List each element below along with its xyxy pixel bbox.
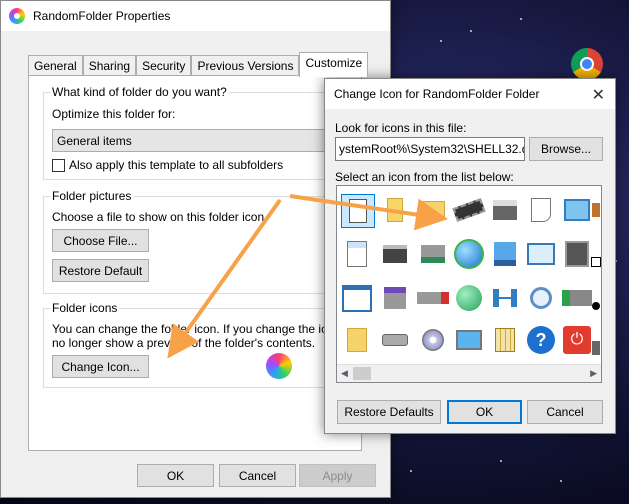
clock-document-icon[interactable]	[525, 194, 557, 226]
drive-help-icon[interactable]	[379, 238, 411, 270]
grid-document-icon[interactable]	[489, 324, 521, 356]
blank-document-icon[interactable]	[341, 194, 375, 228]
folder-open-icon[interactable]	[341, 324, 373, 356]
scroll-right-icon[interactable]: ▶	[590, 368, 597, 379]
dialog-ok-button[interactable]: OK	[447, 400, 522, 424]
properties-title: RandomFolder Properties	[33, 9, 171, 23]
clock-partial-icon[interactable]	[591, 290, 601, 322]
folder-icons-description-line1: You can change the folder icon. If you c…	[52, 322, 354, 336]
apply-subfolders-checkbox[interactable]	[52, 159, 65, 172]
chrome-desktop-icon[interactable]	[571, 48, 603, 80]
help-icon[interactable]: ?	[525, 324, 557, 356]
folder-icons-heading: Folder icons	[50, 301, 120, 315]
restore-defaults-button[interactable]: Restore Defaults	[337, 400, 441, 424]
tab-previous-versions[interactable]: Previous Versions	[191, 55, 300, 77]
choose-file-button[interactable]: Choose File...	[52, 229, 149, 252]
folder-pictures-group: Folder pictures Choose a file to show on…	[43, 189, 349, 294]
server-icon[interactable]	[561, 238, 593, 270]
globe-download-icon[interactable]	[453, 282, 485, 314]
properties-titlebar: RandomFolder Properties	[1, 1, 390, 31]
icon-list-scrollbar[interactable]: ◀ ▶	[337, 364, 601, 382]
apply-button[interactable]: Apply	[299, 464, 376, 487]
folder-pictures-description: Choose a file to show on this folder ico…	[52, 210, 268, 224]
globe-icon[interactable]	[453, 238, 485, 270]
partial-icon[interactable]	[591, 194, 601, 226]
power-icon[interactable]: ⏻	[561, 324, 593, 356]
tab-strip: General Sharing Security Previous Versio…	[28, 52, 369, 77]
text-document-icon[interactable]	[341, 238, 373, 270]
tab-general[interactable]: General	[28, 55, 83, 77]
monitor-window-icon[interactable]	[561, 194, 593, 226]
browse-button[interactable]: Browse...	[529, 137, 603, 161]
network-drive-icon[interactable]	[417, 238, 449, 270]
icon-file-path-field[interactable]: ystemRoot%\System32\SHELL32.dll	[335, 137, 525, 161]
change-icon-titlebar: Change Icon for RandomFolder Folder ✕	[325, 79, 615, 109]
scroll-left-icon[interactable]: ◀	[341, 368, 348, 379]
change-icon-button[interactable]: Change Icon...	[52, 355, 149, 378]
close-icon[interactable]: ✕	[592, 85, 605, 105]
scroll-thumb[interactable]	[353, 367, 371, 380]
icon-list[interactable]: ? ⏻ ◀ ▶	[336, 185, 602, 383]
change-icon-dialog: Change Icon for RandomFolder Folder ✕ Lo…	[324, 78, 616, 434]
computer-icon[interactable]	[453, 324, 485, 356]
change-icon-title: Change Icon for RandomFolder Folder	[334, 87, 540, 101]
folder-icon[interactable]	[417, 194, 449, 226]
restore-default-button[interactable]: Restore Default	[52, 259, 149, 282]
ok-button[interactable]: OK	[137, 464, 214, 487]
tab-customize[interactable]: Customize	[299, 52, 369, 77]
dialog-cancel-button[interactable]: Cancel	[527, 400, 603, 424]
folder-pictures-heading: Folder pictures	[50, 189, 134, 203]
select-icon-label: Select an icon from the list below:	[335, 170, 514, 184]
cancel-button[interactable]: Cancel	[219, 464, 296, 487]
folder-app-icon	[9, 8, 25, 24]
customize-panel: What kind of folder do you want? Optimiz…	[28, 75, 362, 451]
control-panel-icon[interactable]	[525, 238, 557, 270]
disconnected-drive-icon[interactable]	[417, 282, 449, 314]
arrow-drive-icon[interactable]	[561, 282, 593, 314]
shortcut-arrow-icon[interactable]	[591, 246, 601, 278]
network-tree-icon[interactable]	[489, 282, 521, 314]
folder-icons-group: Folder icons You can change the folder i…	[43, 301, 353, 388]
tab-sharing[interactable]: Sharing	[82, 55, 137, 77]
folder-type-group: What kind of folder do you want? Optimiz…	[43, 85, 349, 180]
optimize-select[interactable]: General items	[52, 129, 346, 152]
partial-icon-right[interactable]	[591, 332, 601, 364]
look-for-icons-label: Look for icons in this file:	[335, 121, 467, 135]
search-icon[interactable]	[525, 282, 557, 314]
network-globe-icon[interactable]	[489, 238, 521, 270]
optimize-label: Optimize this folder for:	[52, 107, 176, 121]
folder-icons-description-line2: no longer show a preview of the folder's…	[52, 336, 316, 350]
cd-drive-icon[interactable]	[417, 324, 449, 356]
folder-type-heading: What kind of folder do you want?	[50, 85, 229, 99]
chip-icon[interactable]	[452, 194, 486, 226]
apply-subfolders-label: Also apply this template to all subfolde…	[69, 158, 284, 172]
printer-icon[interactable]	[489, 194, 521, 226]
tab-security[interactable]: Security	[136, 55, 192, 77]
folder-icon-preview	[266, 353, 292, 379]
hard-drive-icon[interactable]	[379, 324, 411, 356]
floppy-drive-icon[interactable]	[379, 282, 411, 314]
window-icon[interactable]	[341, 282, 373, 314]
document-icon[interactable]	[379, 194, 411, 226]
